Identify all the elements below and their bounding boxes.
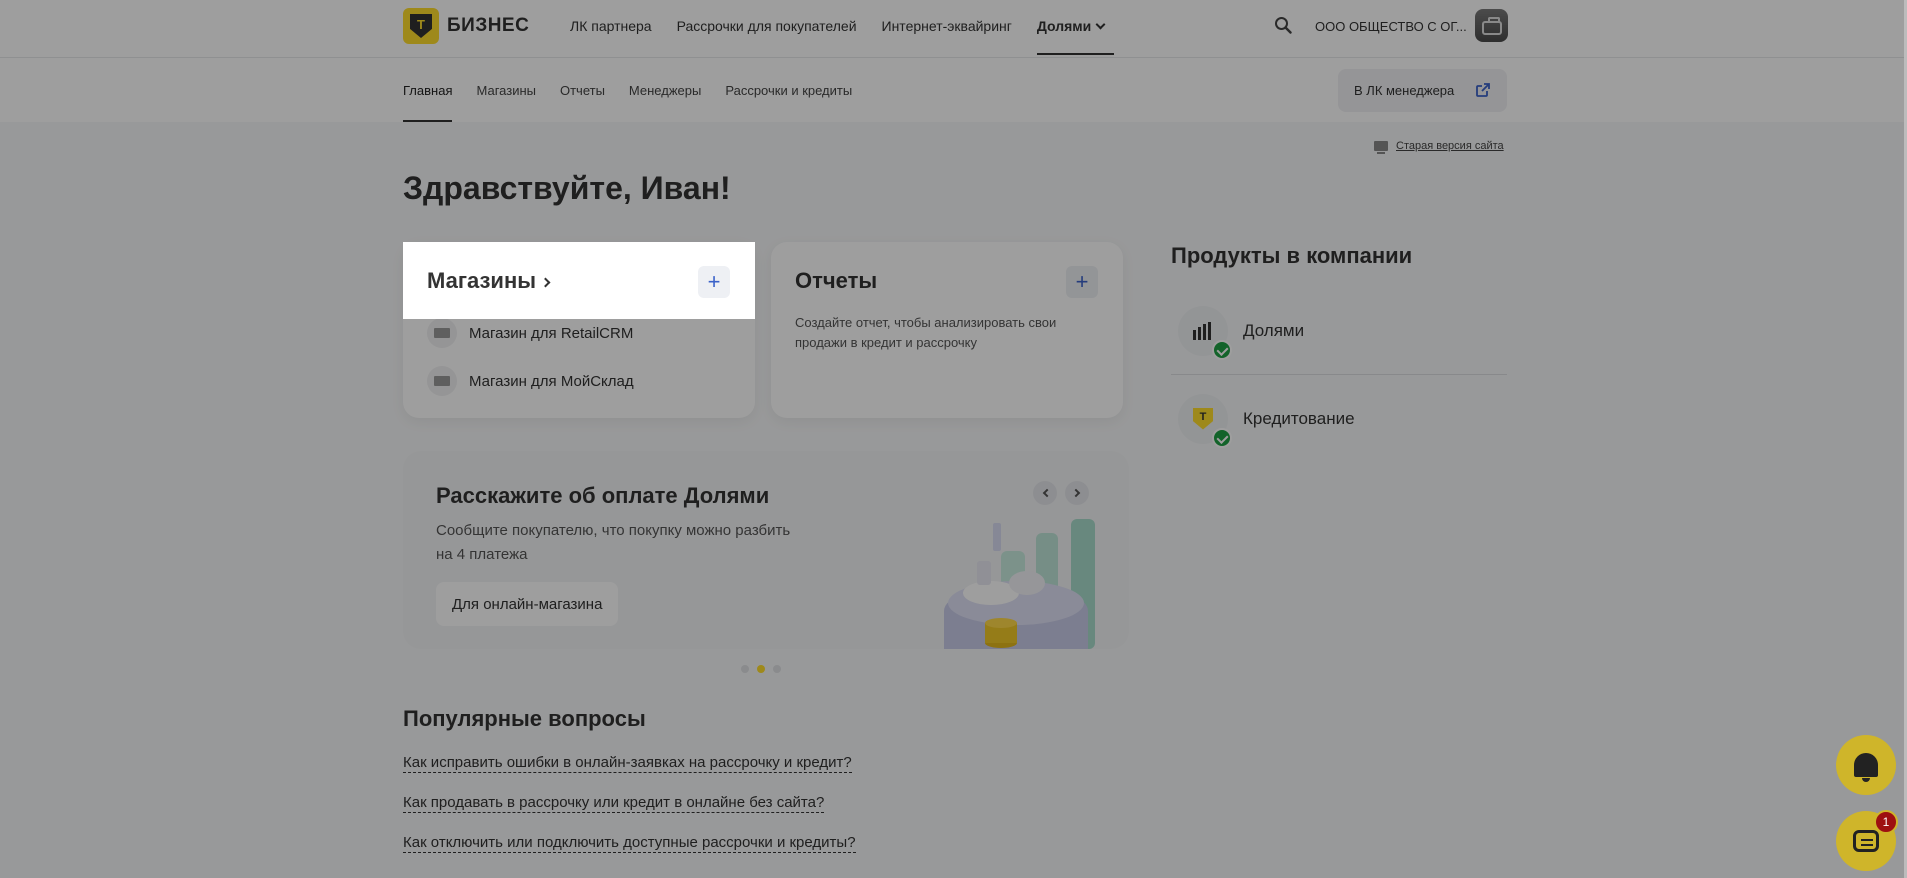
chevron-right-icon xyxy=(540,277,551,288)
stores-title[interactable]: Магазины xyxy=(427,268,551,294)
add-store-button[interactable]: + xyxy=(698,266,730,298)
chat-unread-badge: 1 xyxy=(1874,810,1898,834)
bell-icon xyxy=(1854,753,1878,782)
highlighted-stores-header: Магазины + xyxy=(403,242,755,319)
onboarding-overlay[interactable] xyxy=(0,0,1907,878)
notifications-button[interactable] xyxy=(1836,735,1896,795)
chat-icon xyxy=(1853,830,1879,852)
